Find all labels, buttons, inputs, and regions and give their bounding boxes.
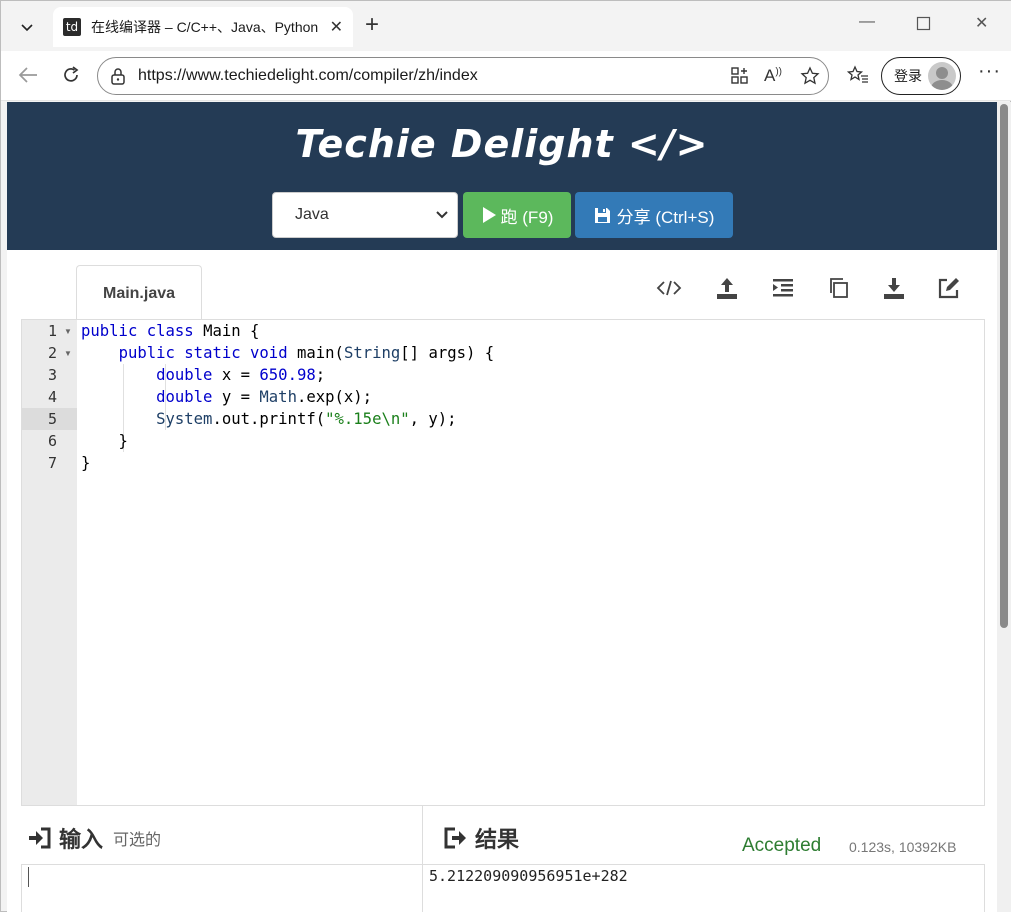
address-toolbar: https://www.techiedelight.com/compiler/z… (1, 51, 1011, 101)
code-line: } (81, 432, 128, 450)
share-button[interactable]: 分享 (Ctrl+S) (575, 192, 733, 238)
output-box: 5.212209090956951e+282 (422, 864, 985, 912)
close-window-icon[interactable]: ✕ (975, 13, 988, 33)
save-disk-icon (594, 207, 610, 223)
login-button[interactable]: 登录 (881, 57, 961, 95)
line-number: 3 (48, 366, 58, 384)
line-number-active: 5 (22, 408, 77, 430)
code-line: System.out.printf("%.15e\n", y); (156, 410, 457, 428)
output-text: 5.212209090956951e+282 (429, 867, 628, 885)
line-number: 6 (48, 432, 58, 450)
browser-window: td 在线编译器 – C/C++、Java、Python ✕ + — ✕ htt… (0, 0, 1011, 912)
input-title-text: 输入 (59, 827, 104, 852)
input-title: 输入 可选的 (27, 822, 161, 854)
maximize-icon[interactable] (916, 16, 932, 37)
brand-title: Techie Delight </> (295, 122, 709, 166)
language-selected: Java (295, 206, 329, 223)
sign-out-icon (444, 827, 466, 849)
chevron-down-icon (436, 211, 448, 219)
io-panel: 输入 可选的 结果 Accepted 0.123s, 10392KB 5.212… (21, 806, 985, 912)
code-editor[interactable]: 1 2 3 4 5 6 7 ▼ ▼ public class Main { pu… (21, 319, 985, 806)
copy-icon[interactable] (825, 274, 853, 302)
favorites-list-icon[interactable] (846, 65, 869, 89)
fold-arrow-icon[interactable]: ▼ (64, 349, 72, 358)
file-tab-main-java[interactable]: Main.java (76, 265, 202, 322)
run-stats: 0.123s, 10392KB (849, 839, 957, 855)
site-header: Techie Delight </> Java 跑 (F9) 分享 (Ctrl+… (7, 102, 997, 250)
code-line: public class Main { (81, 322, 260, 340)
edit-icon[interactable] (935, 274, 963, 302)
avatar (928, 62, 956, 90)
minimize-icon[interactable]: — (859, 13, 875, 31)
sign-in-icon (29, 827, 51, 849)
new-tab-icon[interactable]: + (365, 13, 379, 37)
favorite-star-icon[interactable] (800, 66, 820, 91)
code-line: public static void main(String[] args) { (118, 344, 495, 362)
run-button[interactable]: 跑 (F9) (463, 192, 571, 238)
back-arrow-icon[interactable] (17, 65, 39, 89)
download-icon[interactable] (880, 274, 908, 302)
read-aloud-icon[interactable]: A)) (764, 66, 782, 86)
play-icon (482, 207, 496, 223)
page-content: Techie Delight </> Java 跑 (F9) 分享 (Ctrl+… (7, 102, 997, 912)
input-optional-label: 可选的 (113, 832, 162, 849)
favicon-icon: td (63, 18, 81, 36)
code-format-icon[interactable] (655, 274, 683, 302)
tab-close-icon[interactable]: ✕ (330, 17, 343, 37)
run-label: 跑 (F9) (500, 207, 554, 227)
indent-icon[interactable] (769, 274, 797, 302)
title-bar: td 在线编译器 – C/C++、Java、Python ✕ + — ✕ (1, 1, 1011, 51)
result-title-text: 结果 (475, 827, 520, 852)
lock-icon (111, 68, 125, 85)
code-line: } (81, 454, 91, 472)
scrollbar-thumb[interactable] (1000, 104, 1008, 628)
fold-arrow-icon[interactable]: ▼ (64, 327, 72, 336)
line-number: 7 (48, 454, 58, 472)
apps-icon[interactable] (730, 66, 750, 91)
url-bar[interactable]: https://www.techiedelight.com/compiler/z… (97, 57, 829, 95)
result-title: 结果 (443, 822, 519, 854)
page-scrollbar[interactable] (997, 102, 1011, 912)
tab-title: 在线编译器 – C/C++、Java、Python (91, 19, 319, 35)
text-caret (28, 867, 29, 887)
result-header: 结果 (423, 806, 985, 864)
code-line: double x = 650.98; (156, 366, 326, 384)
upload-icon[interactable] (713, 274, 741, 302)
status-badge: Accepted (742, 835, 822, 856)
code-line: double y = Math.exp(x); (156, 388, 373, 406)
refresh-icon[interactable] (61, 65, 81, 89)
chevron-down-icon (21, 24, 33, 32)
browser-tab-active[interactable]: td 在线编译器 – C/C++、Java、Python ✕ (53, 7, 353, 47)
tab-actions-menu-button[interactable] (9, 11, 45, 43)
share-label: 分享 (Ctrl+S) (616, 207, 715, 227)
line-number: 4 (48, 388, 58, 406)
url-text: https://www.techiedelight.com/compiler/z… (138, 67, 478, 84)
language-select[interactable]: Java (272, 192, 458, 238)
input-header: 输入 可选的 (21, 806, 423, 864)
login-label: 登录 (894, 68, 922, 84)
input-textarea[interactable] (21, 864, 423, 912)
more-options-icon[interactable]: ··· (978, 61, 1001, 81)
